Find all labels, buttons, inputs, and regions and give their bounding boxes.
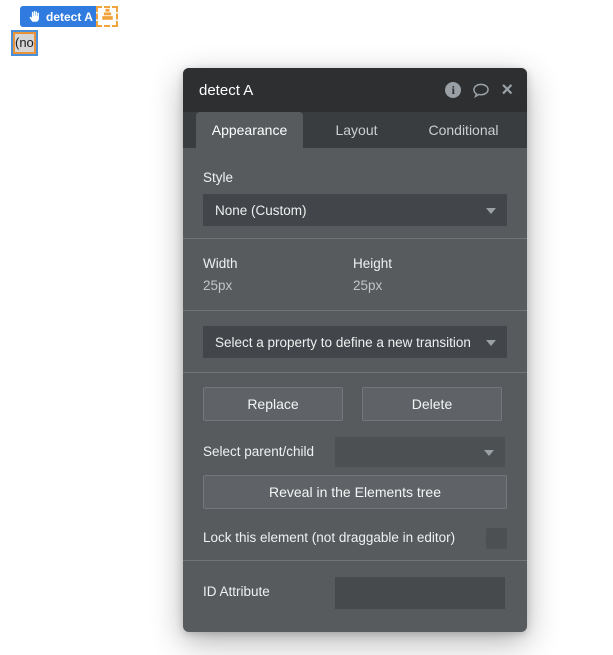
- canvas-element[interactable]: (no: [11, 30, 38, 56]
- parent-child-dropdown[interactable]: [335, 437, 505, 467]
- width-value: 25px: [203, 278, 233, 293]
- tab-bar: Appearance Layout Conditional: [183, 112, 527, 148]
- hand-icon: [28, 10, 41, 23]
- property-editor-panel: detect A i × Appearance Layout Condition…: [183, 68, 527, 632]
- reveal-in-elements-tree-button[interactable]: Reveal in the Elements tree: [203, 475, 507, 509]
- element-badge[interactable]: detect A: [20, 6, 101, 27]
- transition-dropdown[interactable]: Select a property to define a new transi…: [203, 326, 507, 358]
- chevron-down-icon: [486, 208, 496, 214]
- transition-dropdown-placeholder: Select a property to define a new transi…: [215, 334, 471, 350]
- section-divider: [183, 560, 527, 561]
- delete-button[interactable]: Delete: [362, 387, 502, 421]
- comment-icon[interactable]: [472, 83, 490, 98]
- panel-header: detect A i ×: [183, 68, 527, 112]
- chevron-down-icon: [484, 450, 494, 456]
- height-value: 25px: [353, 278, 383, 293]
- lock-element-checkbox[interactable]: [486, 528, 507, 549]
- element-tree-handle[interactable]: [96, 6, 118, 27]
- element-badge-label: detect A: [46, 9, 93, 24]
- canvas-element-text: (no: [15, 35, 34, 50]
- section-divider: [183, 238, 527, 239]
- tab-appearance[interactable]: Appearance: [196, 112, 303, 148]
- style-dropdown[interactable]: None (Custom): [203, 194, 507, 226]
- tab-layout[interactable]: Layout: [303, 112, 410, 148]
- width-label: Width: [203, 256, 238, 271]
- style-label: Style: [203, 170, 234, 185]
- replace-button[interactable]: Replace: [203, 387, 343, 421]
- lock-element-label: Lock this element (not draggable in edit…: [203, 530, 456, 545]
- parent-child-label: Select parent/child: [203, 444, 315, 459]
- height-label: Height: [353, 256, 393, 271]
- id-attribute-input[interactable]: [335, 577, 505, 609]
- id-attribute-label: ID Attribute: [203, 584, 270, 599]
- info-icon[interactable]: i: [445, 82, 462, 98]
- section-divider: [183, 310, 527, 311]
- tab-conditional[interactable]: Conditional: [410, 112, 517, 148]
- chevron-down-icon: [486, 340, 496, 346]
- style-dropdown-value: None (Custom): [215, 202, 307, 218]
- section-divider: [183, 372, 527, 373]
- hierarchy-icon: [101, 8, 114, 26]
- close-icon[interactable]: ×: [501, 80, 513, 100]
- panel-title[interactable]: detect A: [199, 82, 445, 99]
- panel-body: Style None (Custom) Width 25px Height 25…: [183, 148, 527, 632]
